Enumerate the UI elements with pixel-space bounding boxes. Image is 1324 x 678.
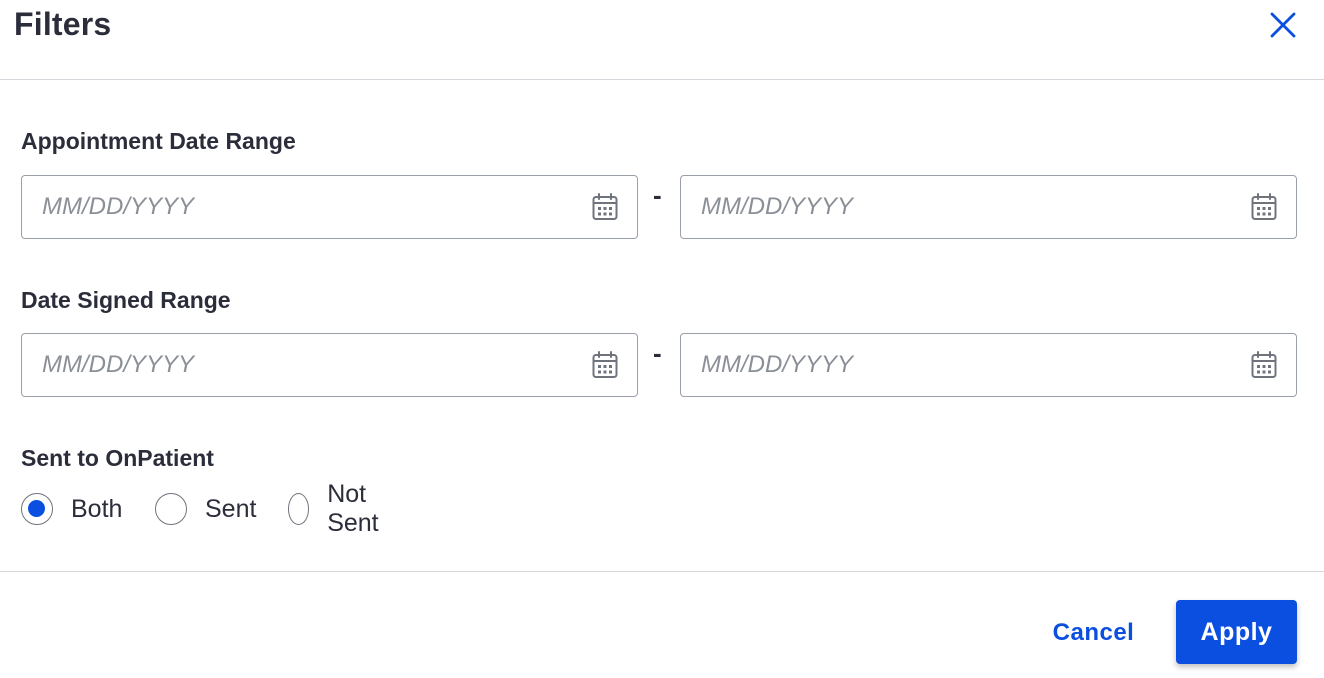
date-signed-to-input[interactable] — [701, 334, 1241, 396]
filters-dialog: Filters Appointment Date Range - — [0, 0, 1324, 678]
date-signed-from-input[interactable] — [42, 334, 582, 396]
cancel-button[interactable]: Cancel — [1036, 602, 1151, 664]
sent-to-onpatient-label: Sent to OnPatient — [21, 445, 214, 471]
apply-button[interactable]: Apply — [1176, 600, 1297, 664]
appointment-date-to-field[interactable] — [680, 175, 1297, 239]
radio-button-not-sent[interactable] — [288, 493, 310, 525]
close-icon — [1270, 12, 1296, 38]
calendar-icon[interactable] — [592, 351, 618, 379]
date-signed-range-label: Date Signed Range — [21, 287, 231, 313]
appointment-date-from-field[interactable] — [21, 175, 638, 239]
appointment-date-range-label: Appointment Date Range — [21, 128, 296, 154]
calendar-icon[interactable] — [1251, 193, 1277, 221]
radio-button-sent[interactable] — [155, 493, 187, 525]
calendar-icon[interactable] — [592, 193, 618, 221]
radio-button-both[interactable] — [21, 493, 53, 525]
range-separator: - — [653, 180, 662, 210]
radio-option-not-sent[interactable]: Not Sent — [288, 480, 389, 537]
close-button[interactable] — [1266, 8, 1300, 42]
date-signed-from-field[interactable] — [21, 333, 638, 397]
appointment-date-to-input[interactable] — [701, 176, 1241, 238]
date-signed-to-field[interactable] — [680, 333, 1297, 397]
radio-option-sent[interactable]: Sent — [155, 490, 256, 528]
footer-divider — [0, 571, 1324, 572]
radio-label-both: Both — [71, 494, 123, 523]
range-separator: - — [653, 338, 662, 368]
dialog-title: Filters — [14, 6, 112, 42]
appointment-date-from-input[interactable] — [42, 176, 582, 238]
dialog-header: Filters — [0, 0, 1324, 80]
radio-label-not-sent: Not Sent — [327, 480, 379, 537]
radio-label-sent: Sent — [205, 494, 257, 523]
calendar-icon[interactable] — [1251, 351, 1277, 379]
radio-option-both[interactable]: Both — [21, 490, 122, 528]
